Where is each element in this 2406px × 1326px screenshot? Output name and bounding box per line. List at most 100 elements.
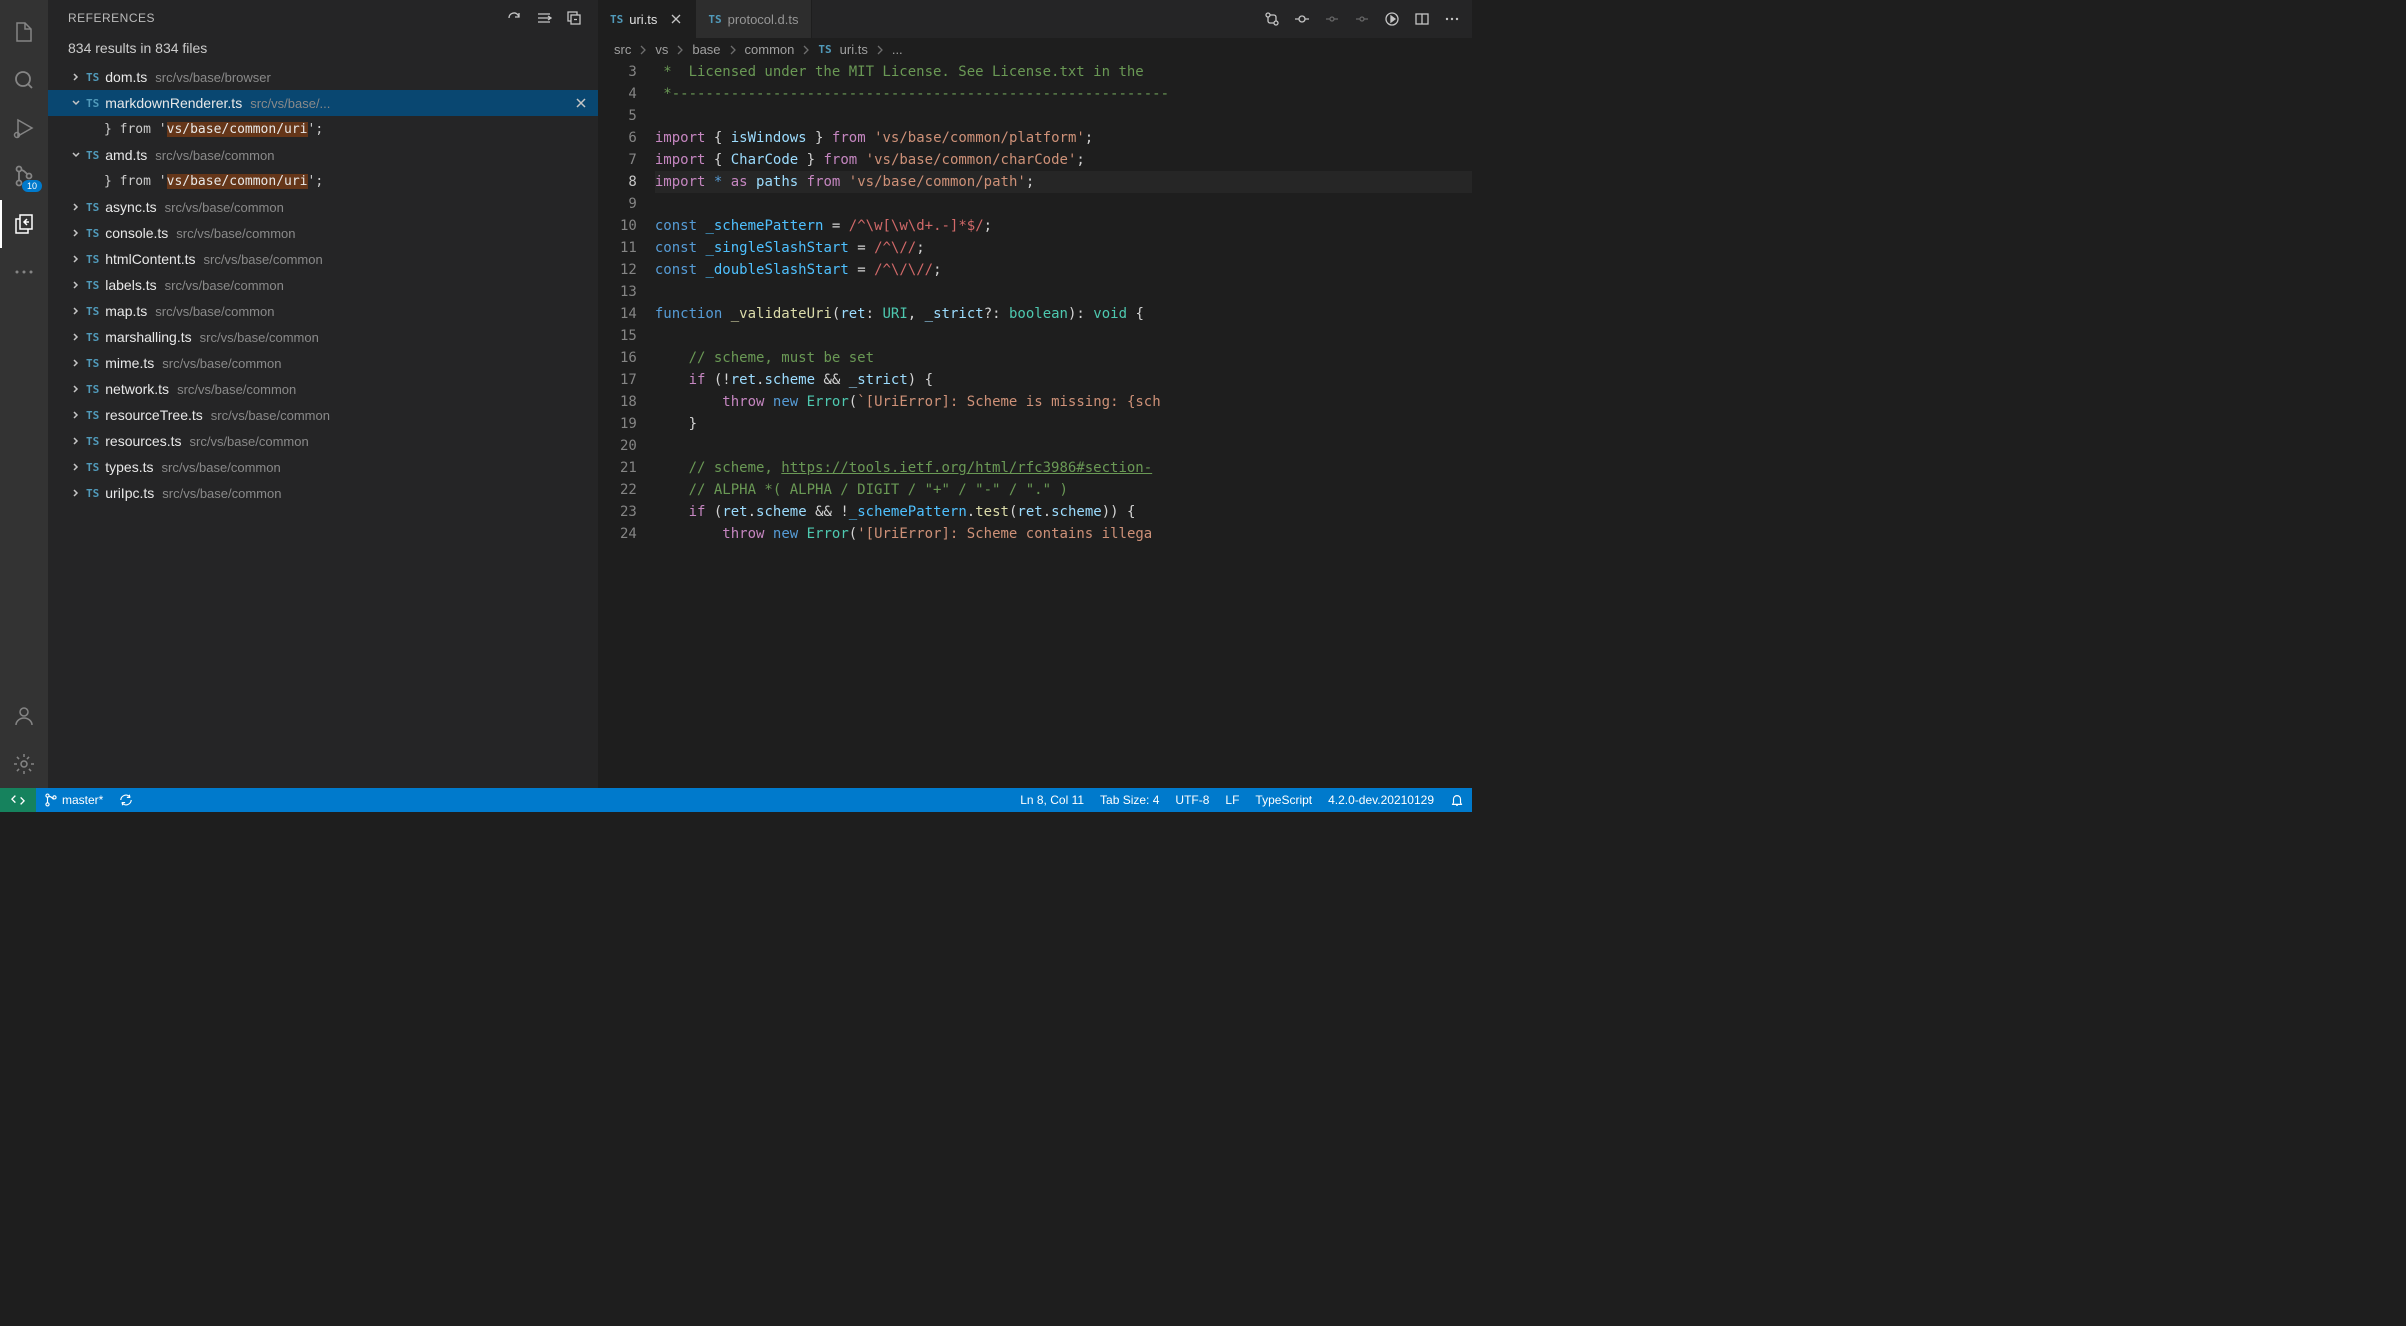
editor-tab[interactable]: TSprotocol.d.ts bbox=[696, 0, 811, 38]
reference-file-item[interactable]: TSnetwork.tssrc/vs/base/common bbox=[48, 376, 598, 402]
ts-file-icon: TS bbox=[86, 331, 99, 344]
ref-path: src/vs/base/browser bbox=[155, 70, 271, 85]
split-editor-icon[interactable] bbox=[1414, 11, 1430, 27]
reference-file-item[interactable]: TSdom.tssrc/vs/base/browser bbox=[48, 64, 598, 90]
commit-icon[interactable] bbox=[1294, 11, 1310, 27]
breadcrumb-item[interactable]: base bbox=[692, 42, 720, 57]
chevron-icon[interactable] bbox=[68, 331, 84, 343]
ref-filename: resourceTree.ts bbox=[105, 407, 203, 423]
references-icon[interactable] bbox=[0, 200, 48, 248]
line-gutter: 3456789101112131415161718192021222324 bbox=[598, 61, 655, 788]
ref-path: src/vs/base/common bbox=[204, 252, 323, 267]
more-icon[interactable] bbox=[0, 248, 48, 296]
breadcrumb-item[interactable]: TSuri.ts bbox=[818, 42, 867, 57]
encoding[interactable]: UTF-8 bbox=[1167, 788, 1217, 812]
chevron-icon[interactable] bbox=[68, 253, 84, 265]
more-actions-icon[interactable] bbox=[1444, 11, 1460, 27]
chevron-icon[interactable] bbox=[68, 305, 84, 317]
account-icon[interactable] bbox=[0, 692, 48, 740]
chevron-icon[interactable] bbox=[68, 461, 84, 473]
breadcrumb-item[interactable]: vs bbox=[655, 42, 668, 57]
chevron-icon[interactable] bbox=[68, 71, 84, 83]
reference-file-item[interactable]: TSamd.tssrc/vs/base/common bbox=[48, 142, 598, 168]
prev-icon[interactable] bbox=[1324, 11, 1340, 27]
sync-icon[interactable] bbox=[111, 788, 141, 812]
ts-file-icon: TS bbox=[86, 357, 99, 370]
reference-file-item[interactable]: TSuriIpc.tssrc/vs/base/common bbox=[48, 480, 598, 506]
editor-area: TSuri.tsTSprotocol.d.ts srcvsbasecommonT… bbox=[598, 0, 1472, 788]
cursor-position[interactable]: Ln 8, Col 11 bbox=[1012, 788, 1092, 812]
code-content[interactable]: * Licensed under the MIT License. See Li… bbox=[655, 61, 1472, 788]
status-bar: master* Ln 8, Col 11 Tab Size: 4 UTF-8 L… bbox=[0, 788, 1472, 812]
activity-bar: 10 bbox=[0, 0, 48, 788]
reference-file-item[interactable]: TSconsole.tssrc/vs/base/common bbox=[48, 220, 598, 246]
ts-file-icon: TS bbox=[86, 435, 99, 448]
notifications-icon[interactable] bbox=[1442, 788, 1472, 812]
ref-path: src/vs/base/common bbox=[155, 304, 274, 319]
next-icon[interactable] bbox=[1354, 11, 1370, 27]
chevron-icon[interactable] bbox=[68, 201, 84, 213]
breadcrumb-item[interactable]: common bbox=[745, 42, 795, 57]
search-icon[interactable] bbox=[0, 56, 48, 104]
eol[interactable]: LF bbox=[1217, 788, 1247, 812]
run-file-icon[interactable] bbox=[1384, 11, 1400, 27]
remote-indicator[interactable] bbox=[0, 788, 36, 812]
reference-file-item[interactable]: TSmarkdownRenderer.tssrc/vs/base/... bbox=[48, 90, 598, 116]
reference-file-item[interactable]: TShtmlContent.tssrc/vs/base/common bbox=[48, 246, 598, 272]
reference-file-item[interactable]: TSlabels.tssrc/vs/base/common bbox=[48, 272, 598, 298]
scm-icon[interactable]: 10 bbox=[0, 152, 48, 200]
clear-icon[interactable] bbox=[536, 10, 552, 26]
collapse-all-icon[interactable] bbox=[566, 10, 582, 26]
chevron-icon[interactable] bbox=[68, 383, 84, 395]
close-icon[interactable] bbox=[574, 96, 588, 110]
breadcrumb-item[interactable]: ... bbox=[892, 42, 903, 57]
run-debug-icon[interactable] bbox=[0, 104, 48, 152]
ref-filename: map.ts bbox=[105, 303, 147, 319]
reference-file-item[interactable]: TStypes.tssrc/vs/base/common bbox=[48, 454, 598, 480]
tab-size[interactable]: Tab Size: 4 bbox=[1092, 788, 1167, 812]
scm-badge: 10 bbox=[22, 180, 42, 192]
close-icon[interactable] bbox=[669, 12, 683, 26]
chevron-icon[interactable] bbox=[68, 279, 84, 291]
chevron-icon[interactable] bbox=[68, 149, 84, 161]
reference-match[interactable]: } from 'vs/base/common/uri'; bbox=[48, 168, 598, 194]
reference-file-item[interactable]: TSresources.tssrc/vs/base/common bbox=[48, 428, 598, 454]
reference-file-item[interactable]: TSasync.tssrc/vs/base/common bbox=[48, 194, 598, 220]
ts-file-icon: TS bbox=[86, 305, 99, 318]
chevron-right-icon bbox=[874, 44, 886, 56]
chevron-icon[interactable] bbox=[68, 357, 84, 369]
chevron-icon[interactable] bbox=[68, 409, 84, 421]
ref-filename: dom.ts bbox=[105, 69, 147, 85]
explorer-icon[interactable] bbox=[0, 8, 48, 56]
reference-file-item[interactable]: TSmime.tssrc/vs/base/common bbox=[48, 350, 598, 376]
refresh-icon[interactable] bbox=[506, 10, 522, 26]
breadcrumb-item[interactable]: src bbox=[614, 42, 631, 57]
ref-filename: mime.ts bbox=[105, 355, 154, 371]
reference-tree[interactable]: TS dom.ts src/vs/base/browser TSmarkdownRen… bbox=[48, 64, 598, 788]
ts-file-icon: TS bbox=[708, 13, 721, 26]
ts-file-icon: TS bbox=[86, 253, 99, 266]
chevron-icon[interactable] bbox=[68, 227, 84, 239]
ref-filename: resources.ts bbox=[105, 433, 181, 449]
ref-path: src/vs/base/common bbox=[200, 330, 319, 345]
chevron-icon[interactable] bbox=[68, 97, 84, 109]
settings-gear-icon[interactable] bbox=[0, 740, 48, 788]
reference-file-item[interactable]: TSresourceTree.tssrc/vs/base/common bbox=[48, 402, 598, 428]
sidebar-title: REFERENCES bbox=[68, 11, 506, 25]
compare-icon[interactable] bbox=[1264, 11, 1280, 27]
ref-path: src/vs/base/common bbox=[176, 226, 295, 241]
editor-tab[interactable]: TSuri.ts bbox=[598, 0, 696, 38]
reference-file-item[interactable]: TS map.ts src/vs/base/common bbox=[48, 298, 598, 324]
reference-file-item[interactable]: TSmarshalling.tssrc/vs/base/common bbox=[48, 324, 598, 350]
chevron-icon[interactable] bbox=[68, 487, 84, 499]
chevron-icon[interactable] bbox=[68, 435, 84, 447]
git-branch[interactable]: master* bbox=[36, 788, 111, 812]
language-mode[interactable]: TypeScript bbox=[1247, 788, 1320, 812]
reference-match[interactable]: } from 'vs/base/common/uri'; bbox=[48, 116, 598, 142]
chevron-right-icon bbox=[727, 44, 739, 56]
ref-filename: network.ts bbox=[105, 381, 169, 397]
breadcrumb[interactable]: src vs base common TSuri.ts... bbox=[598, 38, 1472, 61]
ts-file-icon: TS bbox=[86, 149, 99, 162]
results-count: 834 results in 834 files bbox=[48, 36, 598, 64]
ts-version[interactable]: 4.2.0-dev.20210129 bbox=[1320, 788, 1442, 812]
